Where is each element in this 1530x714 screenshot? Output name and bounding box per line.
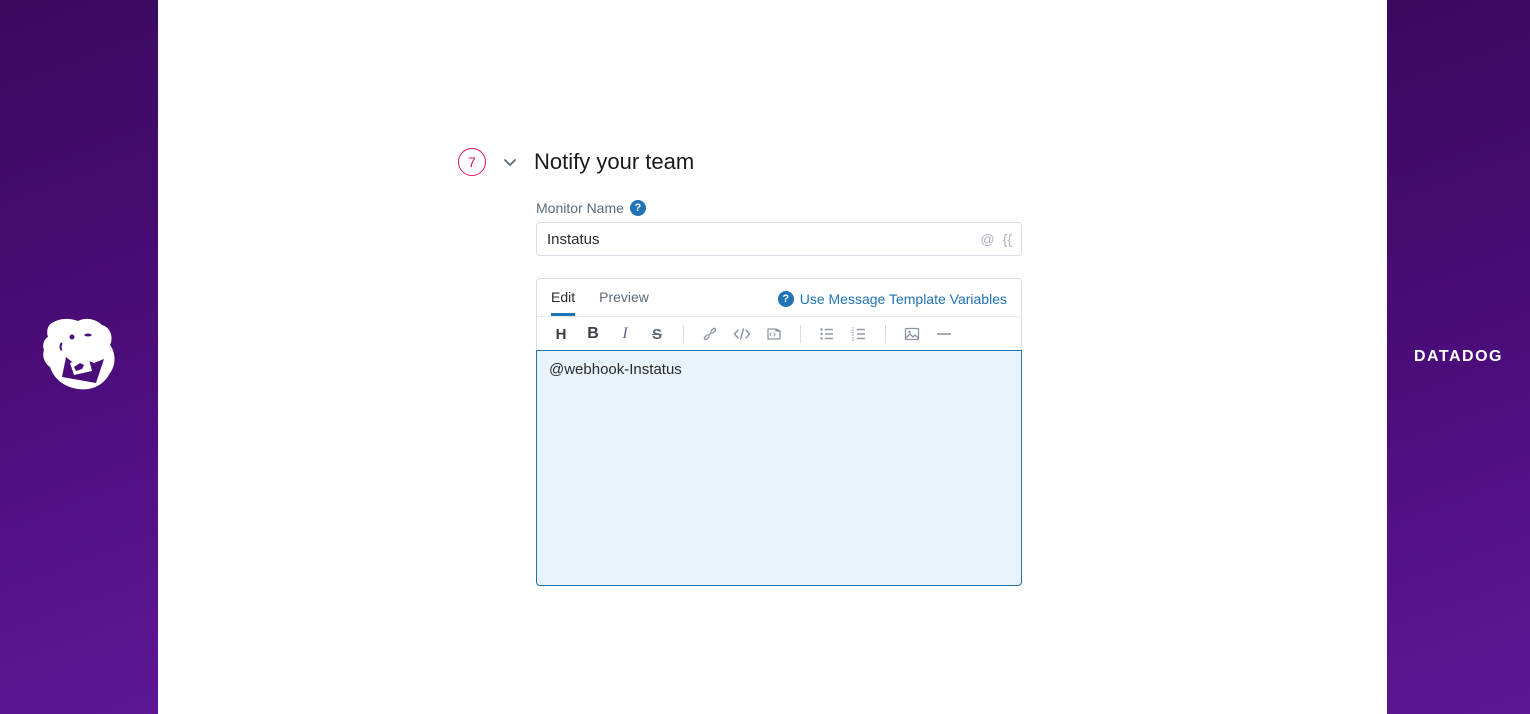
help-icon: ? <box>778 291 794 307</box>
image-icon[interactable] <box>902 325 922 343</box>
bullet-list-icon[interactable] <box>817 325 837 343</box>
content-pane: 7 Notify your team Monitor Name ? @ {{ E… <box>158 0 1387 714</box>
italic-icon[interactable]: I <box>615 325 635 343</box>
datadog-wordmark: DATADOG <box>1414 348 1503 366</box>
toolbar-separator <box>800 325 801 343</box>
notify-form: Monitor Name ? @ {{ Edit Preview ? Use M… <box>536 200 1022 586</box>
strikethrough-icon[interactable]: S <box>647 325 667 343</box>
monitor-name-label-row: Monitor Name ? <box>536 200 1022 216</box>
left-brand-bar <box>0 0 158 714</box>
right-brand-bar: DATADOG <box>1387 0 1530 714</box>
monitor-name-input-wrap: @ {{ <box>536 222 1022 256</box>
input-suffix-hints: @ {{ <box>980 231 1012 247</box>
monitor-name-input[interactable] <box>536 222 1022 256</box>
at-hint[interactable]: @ <box>980 231 994 247</box>
template-vars-link[interactable]: ? Use Message Template Variables <box>778 291 1007 315</box>
svg-text:3: 3 <box>852 337 855 342</box>
message-editor: Edit Preview ? Use Message Template Vari… <box>536 278 1022 586</box>
datadog-mascot-icon <box>40 315 118 400</box>
bold-icon[interactable]: B <box>583 325 603 343</box>
section-header[interactable]: 7 Notify your team <box>458 148 694 176</box>
template-vars-link-label: Use Message Template Variables <box>800 291 1007 307</box>
message-textarea[interactable]: @webhook-Instatus <box>536 350 1022 586</box>
heading-icon[interactable]: H <box>551 325 571 343</box>
section-title: Notify your team <box>534 149 694 175</box>
step-number-badge: 7 <box>458 148 486 176</box>
numbered-list-icon[interactable]: 123 <box>849 325 869 343</box>
editor-tabs: Edit Preview ? Use Message Template Vari… <box>537 279 1021 316</box>
tab-edit[interactable]: Edit <box>551 289 575 316</box>
help-icon[interactable]: ? <box>630 200 646 216</box>
tab-preview[interactable]: Preview <box>599 289 649 316</box>
horizontal-rule-icon[interactable] <box>934 325 954 343</box>
chevron-down-icon <box>502 154 518 170</box>
link-icon[interactable] <box>700 325 720 343</box>
monitor-name-label: Monitor Name <box>536 200 624 216</box>
code-icon[interactable] <box>732 325 752 343</box>
toolbar-separator <box>885 325 886 343</box>
template-braces-hint[interactable]: {{ <box>1003 231 1012 247</box>
code-block-icon[interactable] <box>764 325 784 343</box>
toolbar-separator <box>683 325 684 343</box>
editor-toolbar: H B I S <box>537 316 1021 351</box>
